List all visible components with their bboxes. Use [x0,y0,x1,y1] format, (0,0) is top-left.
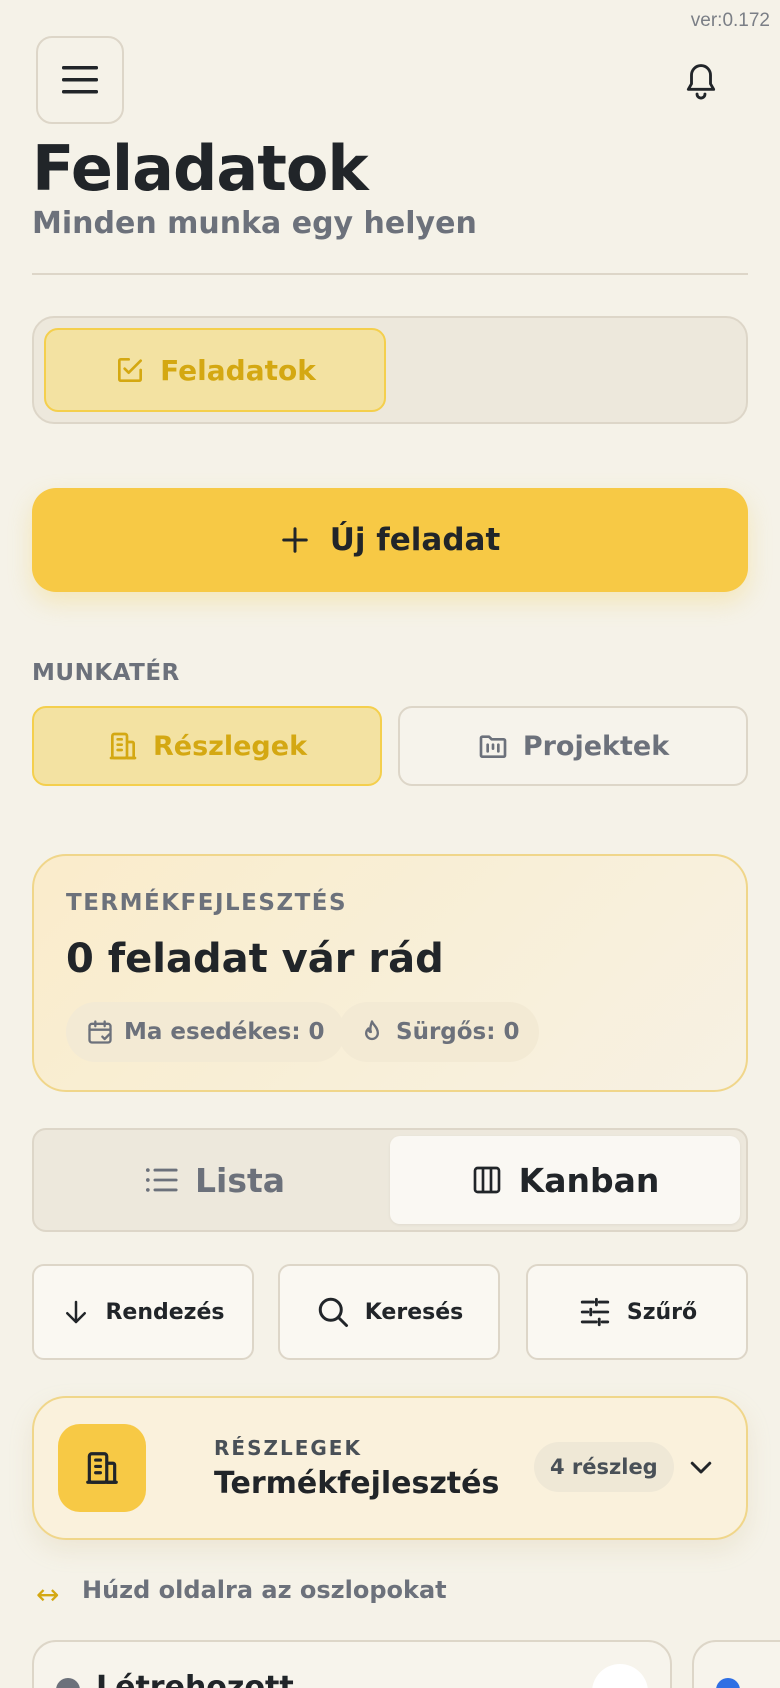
sliders-icon [580,1297,610,1327]
view-lista-label: Lista [194,1160,286,1200]
urgent-label: Sürgős: 0 [396,1019,520,1045]
department-eyebrow: RÉSZLEGEK [214,1436,362,1460]
version-label: ver:0.172 [690,10,770,31]
columns-icon [473,1166,500,1194]
building-icon [86,1452,118,1484]
page-subtitle: Minden munka egy helyen [32,206,477,241]
hamburger-icon [62,66,98,94]
search-button[interactable]: Keresés [278,1264,500,1360]
workspace-reszlegek-button[interactable]: Részlegek [32,706,382,786]
view-kanban-label: Kanban [518,1160,660,1200]
horizontal-arrows-icon: ↔ [36,1578,60,1611]
kanban-column-title: Létrehozott [96,1670,294,1688]
search-label: Keresés [364,1299,464,1325]
calendar-check-icon [88,1020,112,1044]
department-count-badge: 4 részleg [534,1442,674,1492]
notifications-button[interactable] [670,52,732,114]
due-today-label: Ma esedékes: 0 [124,1019,325,1045]
chevron-down-icon[interactable] [686,1452,716,1482]
flame-icon [365,1020,379,1041]
new-task-label: Új feladat [329,522,501,558]
sort-button[interactable]: Rendezés [32,1264,254,1360]
bell-icon [686,64,716,100]
plus-icon [281,527,308,553]
new-task-button[interactable]: Új feladat [32,488,748,592]
filter-label: Szűrő [626,1299,698,1325]
due-today-chip: Ma esedékes: 0 [66,1002,345,1062]
menu-button[interactable] [36,36,124,124]
tab-feladatok[interactable]: Feladatok [44,328,386,412]
view-lista-button[interactable]: Lista [40,1136,390,1224]
urgent-chip: Sürgős: 0 [338,1002,540,1062]
department-name: Termékfejlesztés [214,1466,500,1501]
sort-label: Rendezés [105,1299,225,1325]
summary-eyebrow: TERMÉKFEJLESZTÉS [66,890,348,916]
tab-feladatok-label: Feladatok [160,353,316,387]
summary-title: 0 feladat vár rád [66,936,444,982]
list-icon [145,1168,178,1192]
arrow-down-icon [66,1300,87,1324]
filter-button[interactable]: Szűrő [526,1264,748,1360]
swipe-hint: Húzd oldalra az oszlopokat [82,1576,447,1604]
workspace-projektek-label: Projektek [522,730,670,762]
workspace-reszlegek-label: Részlegek [152,730,308,762]
search-icon [318,1297,348,1327]
folder-kanban-icon [479,735,507,758]
workspace-section-label: MUNKATÉR [32,660,180,686]
view-kanban-button[interactable]: Kanban [390,1136,740,1224]
building-icon [109,732,137,760]
page-title: Feladatok [32,132,369,205]
header-divider [32,273,748,275]
checkbox-edit-icon [118,358,143,382]
department-badge [58,1424,146,1512]
workspace-projektek-button[interactable]: Projektek [398,706,748,786]
